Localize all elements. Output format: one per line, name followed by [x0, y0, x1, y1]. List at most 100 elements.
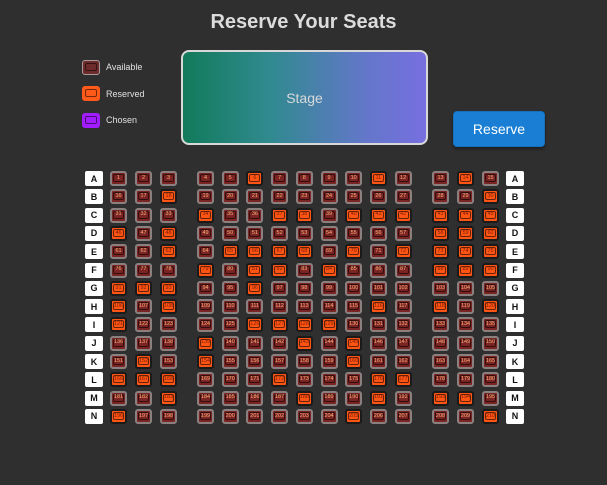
seat-131[interactable]: 131: [369, 317, 387, 333]
seat-33[interactable]: 33: [160, 207, 177, 223]
seat-92[interactable]: 92: [135, 280, 152, 296]
seat-97[interactable]: 97: [271, 280, 289, 296]
seat-53[interactable]: 53: [295, 225, 313, 241]
seat-54[interactable]: 54: [320, 225, 338, 241]
seat-24[interactable]: 24: [320, 189, 338, 205]
seat-172[interactable]: 172: [271, 372, 289, 388]
seat-86[interactable]: 86: [369, 262, 387, 278]
seat-47[interactable]: 47: [135, 225, 152, 241]
seat-173[interactable]: 173: [295, 372, 313, 388]
seat-110[interactable]: 110: [221, 299, 239, 315]
seat-71[interactable]: 71: [369, 244, 387, 260]
seat-208[interactable]: 208: [432, 408, 449, 424]
seat-69[interactable]: 69: [320, 244, 338, 260]
seat-206[interactable]: 206: [369, 408, 387, 424]
seat-100[interactable]: 100: [345, 280, 363, 296]
seat-58[interactable]: 58: [432, 225, 449, 241]
seat-77[interactable]: 77: [135, 262, 152, 278]
seat-90[interactable]: 90: [482, 262, 499, 278]
seat-132[interactable]: 132: [394, 317, 412, 333]
seat-176[interactable]: 176: [369, 372, 387, 388]
seat-144[interactable]: 144: [320, 335, 338, 351]
seat-78[interactable]: 78: [160, 262, 177, 278]
seat-25[interactable]: 25: [345, 189, 363, 205]
seat-40[interactable]: 40: [345, 207, 363, 223]
seat-124[interactable]: 124: [197, 317, 214, 333]
seat-164[interactable]: 164: [457, 354, 474, 369]
seat-107[interactable]: 107: [135, 299, 152, 315]
seat-106[interactable]: 106: [110, 299, 127, 315]
seat-159[interactable]: 159: [320, 354, 338, 369]
seat-196[interactable]: 196: [110, 408, 127, 424]
seat-129[interactable]: 129: [320, 317, 338, 333]
seat-207[interactable]: 207: [394, 408, 412, 424]
seat-185[interactable]: 185: [221, 390, 239, 406]
seat-158[interactable]: 158: [295, 354, 313, 369]
seat-168[interactable]: 168: [160, 372, 177, 388]
seat-39[interactable]: 39: [320, 207, 338, 223]
seat-181[interactable]: 181: [110, 390, 127, 406]
seat-183[interactable]: 183: [160, 390, 177, 406]
seat-56[interactable]: 56: [369, 225, 387, 241]
seat-117[interactable]: 117: [394, 299, 412, 315]
seat-143[interactable]: 143: [295, 335, 313, 351]
seat-200[interactable]: 200: [221, 408, 239, 424]
seat-151[interactable]: 151: [110, 354, 127, 369]
seat-62[interactable]: 62: [135, 244, 152, 260]
seat-178[interactable]: 178: [432, 372, 449, 388]
seat-199[interactable]: 199: [197, 408, 214, 424]
seat-94[interactable]: 94: [197, 280, 214, 296]
seat-140[interactable]: 140: [221, 335, 239, 351]
seat-73[interactable]: 73: [432, 244, 449, 260]
seat-135[interactable]: 135: [482, 317, 499, 333]
seat-49[interactable]: 49: [197, 225, 214, 241]
seat-193[interactable]: 193: [432, 390, 449, 406]
seat-21[interactable]: 21: [246, 189, 264, 205]
seat-202[interactable]: 202: [271, 408, 289, 424]
seat-84[interactable]: 84: [320, 262, 338, 278]
seat-15[interactable]: 15: [482, 171, 499, 186]
seat-186[interactable]: 186: [246, 390, 264, 406]
seat-19[interactable]: 19: [197, 189, 214, 205]
seat-4[interactable]: 4: [197, 171, 214, 186]
seat-162[interactable]: 162: [394, 354, 412, 369]
seat-112[interactable]: 112: [271, 299, 289, 315]
seat-123[interactable]: 123: [160, 317, 177, 333]
seat-64[interactable]: 64: [197, 244, 214, 260]
seat-16[interactable]: 16: [110, 189, 127, 205]
seat-204[interactable]: 204: [320, 408, 338, 424]
seat-146[interactable]: 146: [369, 335, 387, 351]
seat-82[interactable]: 82: [271, 262, 289, 278]
seat-105[interactable]: 105: [482, 280, 499, 296]
seat-137[interactable]: 137: [135, 335, 152, 351]
seat-147[interactable]: 147: [394, 335, 412, 351]
seat-87[interactable]: 87: [394, 262, 412, 278]
seat-30[interactable]: 30: [482, 189, 499, 205]
seat-134[interactable]: 134: [457, 317, 474, 333]
seat-27[interactable]: 27: [394, 189, 412, 205]
seat-10[interactable]: 10: [345, 171, 363, 186]
seat-13[interactable]: 13: [432, 171, 449, 186]
seat-187[interactable]: 187: [271, 390, 289, 406]
seat-55[interactable]: 55: [345, 225, 363, 241]
seat-72[interactable]: 72: [394, 244, 412, 260]
seat-141[interactable]: 141: [246, 335, 264, 351]
seat-60[interactable]: 60: [482, 225, 499, 241]
seat-111[interactable]: 111: [246, 299, 264, 315]
seat-170[interactable]: 170: [221, 372, 239, 388]
seat-65[interactable]: 65: [221, 244, 239, 260]
seat-142[interactable]: 142: [271, 335, 289, 351]
seat-43[interactable]: 43: [432, 207, 449, 223]
seat-175[interactable]: 175: [345, 372, 363, 388]
seat-149[interactable]: 149: [457, 335, 474, 351]
seat-109[interactable]: 109: [197, 299, 214, 315]
seat-126[interactable]: 126: [246, 317, 264, 333]
seat-51[interactable]: 51: [246, 225, 264, 241]
seat-189[interactable]: 189: [320, 390, 338, 406]
seat-76[interactable]: 76: [110, 262, 127, 278]
seat-11[interactable]: 11: [369, 171, 387, 186]
seat-61[interactable]: 61: [110, 244, 127, 260]
seat-102[interactable]: 102: [394, 280, 412, 296]
seat-201[interactable]: 201: [246, 408, 264, 424]
seat-167[interactable]: 167: [135, 372, 152, 388]
